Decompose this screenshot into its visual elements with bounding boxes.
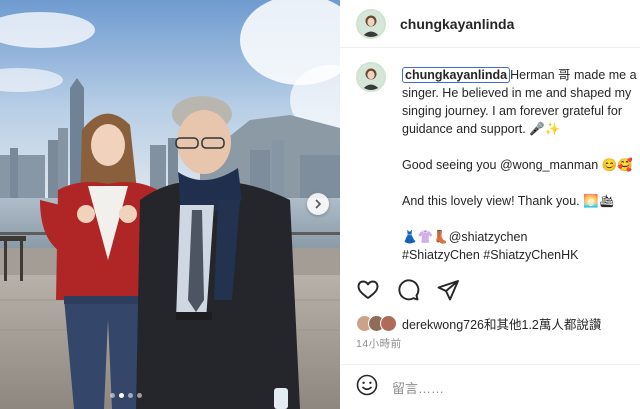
carousel-dot — [128, 393, 133, 398]
comment-icon[interactable] — [396, 278, 420, 302]
caption-hashtags: #ShiatzyChen #ShiatzyChenHK — [402, 248, 579, 262]
post-timestamp: 14小時前 — [356, 338, 402, 350]
post-header: chungkayanlinda — [340, 0, 640, 48]
likes-text[interactable]: derekwong726和其他1.2萬人都說讚 — [402, 314, 601, 333]
carousel-dot — [110, 393, 115, 398]
avatar[interactable] — [356, 8, 386, 39]
avatar[interactable] — [356, 62, 386, 92]
caption-line: guidance and support. 🎤✨ — [402, 122, 561, 136]
avatar — [380, 315, 397, 332]
share-icon[interactable] — [436, 278, 460, 302]
post-actions — [356, 278, 460, 302]
comment-input[interactable]: 留言…… — [392, 378, 444, 397]
caption-line: singing journey. I am forever grateful f… — [402, 104, 623, 118]
carousel-dot-active — [119, 393, 124, 398]
chevron-right-icon — [313, 199, 323, 209]
caption-username-link[interactable]: chungkayanlinda — [402, 67, 511, 83]
heart-icon[interactable] — [356, 278, 380, 302]
post-photo[interactable] — [0, 0, 340, 409]
next-photo-button[interactable] — [307, 193, 329, 215]
post-username[interactable]: chungkayanlinda — [400, 16, 514, 32]
carousel-dots — [110, 393, 142, 398]
carousel-dot — [137, 393, 142, 398]
caption-text: chungkayanlinda Herman 哥 made me a singer… — [402, 66, 640, 264]
add-comment-bar: 留言…… — [340, 364, 640, 409]
caption-line: Good seeing you @wong_manman 😊🥰 — [402, 158, 633, 172]
photo-image — [0, 0, 340, 409]
likes-summary[interactable]: derekwong726和其他1.2萬人都說讚 — [356, 314, 601, 333]
post-side-panel: chungkayanlinda chungkayanlinda Herman 哥 … — [340, 0, 640, 409]
caption-line: 👗👚👢@shiatzychen — [402, 230, 528, 244]
emoji-icon[interactable] — [356, 374, 378, 401]
caption-line: singer. He believed in me and shaped my — [402, 86, 632, 100]
caption-line: And this lovely view! Thank you. 🌅🛳 — [402, 194, 615, 208]
caption-line: Herman 哥 made me a — [510, 68, 637, 82]
